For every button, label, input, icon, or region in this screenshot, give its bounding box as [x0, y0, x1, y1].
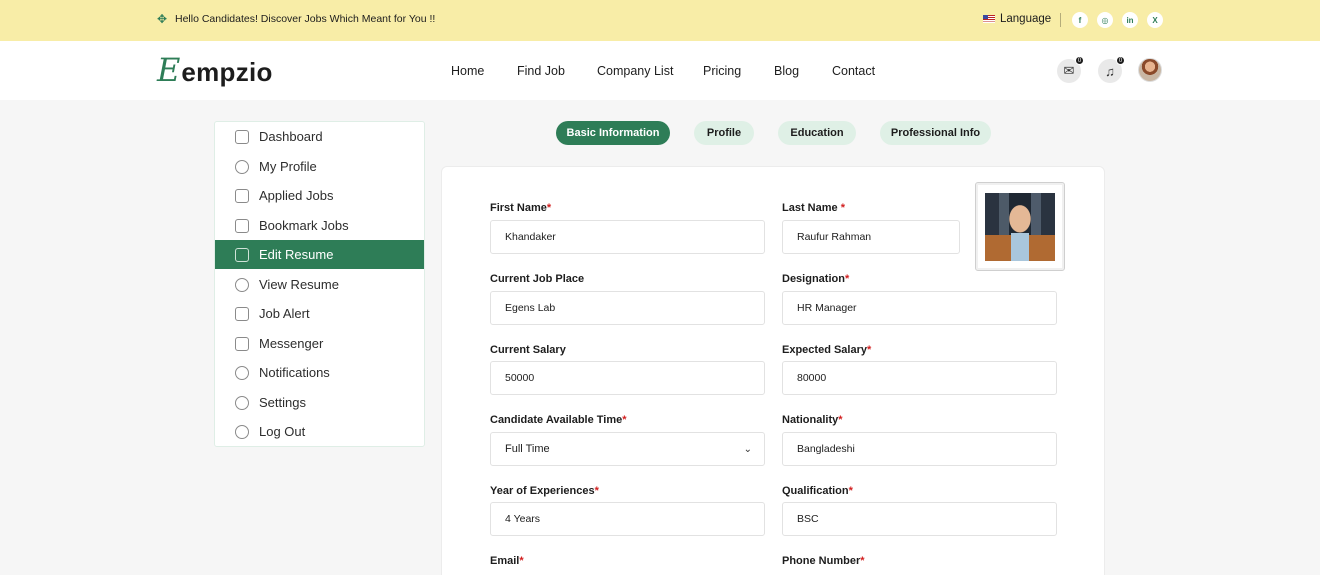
bell-icon: [235, 365, 249, 380]
sidebar-item-log-out[interactable]: Log Out: [215, 417, 424, 446]
language-selector[interactable]: Language: [983, 13, 1051, 25]
expected-salary-field[interactable]: 80000: [782, 361, 1057, 395]
announcement-bar: ✥ Hello Candidates! Discover Jobs Which …: [0, 0, 1320, 41]
sidebar-item-label: Applied Jobs: [259, 188, 334, 203]
logo-text: empzio: [181, 57, 273, 87]
eye-icon: [235, 277, 249, 292]
nav-blog[interactable]: Blog: [774, 64, 799, 78]
expected-salary-label: Expected Salary*: [782, 344, 872, 356]
sidebar-item-settings[interactable]: Settings: [215, 388, 424, 417]
sidebar-item-label: Messenger: [259, 336, 324, 351]
tab-education[interactable]: Education: [778, 121, 856, 145]
nationality-field[interactable]: Bangladeshi: [782, 432, 1057, 466]
gear-icon: [235, 395, 249, 410]
alert-icon: [235, 306, 249, 321]
experience-field[interactable]: 4 Years: [490, 502, 765, 536]
notification-button[interactable]: ♫ 0: [1098, 56, 1125, 83]
sparkle-icon: ✥: [157, 12, 168, 26]
available-time-select[interactable]: Full Time ⌄: [490, 432, 765, 466]
sidebar-item-view-resume[interactable]: View Resume: [215, 270, 424, 299]
available-time-label: Candidate Available Time*: [490, 414, 627, 426]
linkedin-icon[interactable]: in: [1122, 12, 1138, 28]
mail-icon: ✉: [1063, 63, 1075, 78]
chevron-down-icon: ⌄: [743, 443, 752, 455]
logo-mark: E: [157, 51, 181, 89]
sidebar-item-notifications[interactable]: Notifications: [215, 358, 424, 387]
last-name-label: Last Name *: [782, 202, 845, 214]
designation-field[interactable]: HR Manager: [782, 291, 1057, 325]
phone-label: Phone Number*: [782, 555, 865, 567]
logout-icon: [235, 424, 249, 439]
last-name-field[interactable]: Raufur Rahman: [782, 220, 960, 254]
sidebar-item-label: View Resume: [259, 277, 339, 292]
first-name-label: First Name*: [490, 202, 552, 214]
notification-badge: 0: [1116, 56, 1125, 65]
dashboard-sidebar: Dashboard My Profile Applied Jobs Bookma…: [214, 121, 425, 447]
sidebar-item-applied-jobs[interactable]: Applied Jobs: [215, 181, 424, 210]
language-label: Language: [1000, 13, 1052, 25]
announcement-text: Hello Candidates! Discover Jobs Which Me…: [175, 13, 436, 25]
current-salary-field[interactable]: 50000: [490, 361, 765, 395]
instagram-icon[interactable]: ◎: [1097, 12, 1113, 28]
sidebar-item-dashboard[interactable]: Dashboard: [215, 122, 424, 151]
us-flag-icon: [983, 15, 995, 23]
site-logo[interactable]: E empzio: [157, 54, 273, 88]
sidebar-item-messenger[interactable]: Messenger: [215, 329, 424, 358]
designation-label: Designation*: [782, 273, 850, 285]
sidebar-item-job-alert[interactable]: Job Alert: [215, 299, 424, 328]
experience-label: Year of Experiences*: [490, 485, 599, 497]
bookmark-icon: [235, 218, 249, 233]
announcement: ✥ Hello Candidates! Discover Jobs Which …: [157, 13, 435, 25]
send-icon: [235, 336, 249, 351]
sidebar-item-bookmark-jobs[interactable]: Bookmark Jobs: [215, 211, 424, 240]
sidebar-item-label: Settings: [259, 395, 306, 410]
sidebar-item-label: My Profile: [259, 159, 317, 174]
qualification-label: Qualification*: [782, 485, 853, 497]
qualification-field[interactable]: BSC: [782, 502, 1057, 536]
sidebar-item-label: Log Out: [259, 424, 306, 439]
bell-icon: ♫: [1105, 63, 1115, 79]
dashboard-icon: [235, 129, 249, 144]
divider: [1060, 13, 1061, 27]
facebook-icon[interactable]: f: [1072, 12, 1088, 28]
first-name-field[interactable]: Khandaker: [490, 220, 765, 254]
profile-icon: [235, 159, 249, 174]
resume-icon: [235, 247, 249, 262]
briefcase-icon: [235, 188, 249, 203]
tab-profile[interactable]: Profile: [694, 121, 754, 145]
profile-photo-upload[interactable]: [975, 182, 1065, 271]
sidebar-item-label: Edit Resume: [259, 247, 334, 262]
site-header: E empzio Home Find Job Company List Pric…: [0, 41, 1320, 100]
sidebar-item-label: Job Alert: [259, 306, 310, 321]
tab-professional-info[interactable]: Professional Info: [880, 121, 991, 145]
available-time-value: Full Time: [505, 443, 550, 455]
current-salary-label: Current Salary: [490, 344, 566, 356]
sidebar-item-my-profile[interactable]: My Profile: [215, 152, 424, 181]
user-avatar[interactable]: [1138, 58, 1162, 82]
nav-pricing[interactable]: Pricing: [703, 64, 741, 78]
sidebar-item-edit-resume[interactable]: Edit Resume: [215, 240, 424, 269]
mail-button[interactable]: ✉ 0: [1057, 56, 1084, 83]
nationality-label: Nationality*: [782, 414, 843, 426]
mail-badge: 0: [1075, 56, 1084, 65]
sidebar-item-label: Bookmark Jobs: [259, 218, 349, 233]
nav-find-job[interactable]: Find Job: [517, 64, 565, 78]
nav-home[interactable]: Home: [451, 64, 484, 78]
sidebar-item-label: Dashboard: [259, 129, 323, 144]
profile-photo: [985, 193, 1055, 261]
x-twitter-icon[interactable]: X: [1147, 12, 1163, 28]
email-label: Email*: [490, 555, 524, 567]
job-place-field[interactable]: Egens Lab: [490, 291, 765, 325]
nav-company-list[interactable]: Company List: [597, 64, 673, 78]
job-place-label: Current Job Place: [490, 273, 585, 285]
nav-contact[interactable]: Contact: [832, 64, 875, 78]
sidebar-item-label: Notifications: [259, 365, 330, 380]
tab-basic-information[interactable]: Basic Information: [556, 121, 670, 145]
